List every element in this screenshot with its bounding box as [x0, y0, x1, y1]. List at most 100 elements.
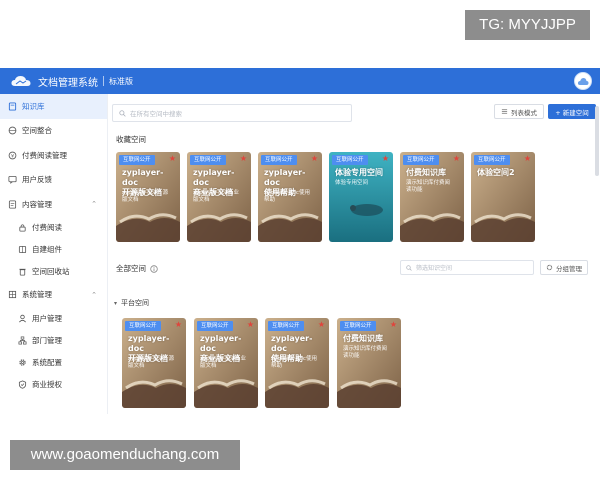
card-description: zyplayer-doc使用 帮助: [264, 190, 310, 203]
sidebar-item-label: 付费阅读管理: [22, 150, 67, 160]
public-tag: 互联网公开: [403, 155, 439, 165]
header-divider: [103, 76, 104, 86]
sidebar-item-label: 系统管理: [22, 290, 52, 300]
favorite-star-icon[interactable]: ★: [390, 321, 397, 329]
feedback-icon: [8, 176, 17, 185]
new-space-button[interactable]: + 新建空间: [548, 104, 596, 119]
public-tag: 互联网公开: [474, 155, 510, 165]
space-card[interactable]: 互联网公开 ★ 体验专用空间 体验专用空间: [329, 152, 393, 242]
user-avatar[interactable]: [574, 72, 592, 90]
filter-spaces-input[interactable]: 筛选知识空间: [400, 260, 534, 275]
app-header: 文档管理系统 标准版: [0, 68, 600, 94]
space-card[interactable]: 互联网公开 ★ zyplayer-doc 开源版文档 zyplayer-doc开源 版…: [116, 152, 180, 242]
sidebar-item-custom-components[interactable]: 自建组件: [0, 239, 107, 261]
favorite-star-icon[interactable]: ★: [453, 155, 460, 163]
favorite-star-icon[interactable]: ★: [240, 155, 247, 163]
shield-icon: [18, 379, 27, 389]
favorite-star-icon[interactable]: ★: [169, 155, 176, 163]
sidebar-item-system-config[interactable]: 系统配置: [0, 351, 107, 373]
card-description: zyplayer-doc开源 版文档: [122, 190, 168, 203]
card-description: zyplayer-doc开源 版文档: [128, 356, 174, 369]
space-card[interactable]: 互联网公开 ★ 付费知识库 演示知识库付费阅 读功能: [337, 318, 401, 408]
sidebar-item-label: 内容管理: [22, 199, 52, 209]
sidebar: 知识库 空间整合 ¥ 付费阅读管理 用户反馈 内容管理 ⌃ 付费阅读 自建组件: [0, 94, 108, 414]
card-description: 体验专用空间: [335, 180, 369, 186]
search-input[interactable]: 在所有空间中搜索: [112, 104, 352, 122]
sidebar-item-label: 系统配置: [32, 357, 62, 367]
card-title: 付费知识库: [406, 168, 446, 177]
sidebar-item-label: 用户管理: [32, 313, 62, 323]
watermark-bottom: www.goaomenduchang.com: [10, 440, 240, 470]
sidebar-group-content-management[interactable]: 内容管理 ⌃: [0, 192, 107, 217]
sidebar-item-department-management[interactable]: 部门管理: [0, 329, 107, 351]
public-tag: 互联网公开: [332, 155, 368, 165]
main-content: 在所有空间中搜索 列表模式 + 新建空间 收藏空间 全部空间 筛选知识空间 分组…: [108, 94, 600, 414]
sidebar-item-space-recycle-bin[interactable]: 空间回收站: [0, 261, 107, 283]
all-spaces-title: 全部空间: [116, 263, 158, 274]
book-cover-image: [400, 152, 464, 242]
favorite-star-icon[interactable]: ★: [382, 155, 389, 163]
space-card[interactable]: 互联网公开 ★ zyplayer-doc 开源版文档 zyplayer-doc开源 版…: [122, 318, 186, 408]
sidebar-item-label: 空间整合: [22, 126, 52, 136]
sidebar-item-space-integration[interactable]: 空间整合: [0, 119, 107, 144]
space-card[interactable]: 互联网公开 ★ zyplayer-doc 商业版文档 zyplayer-doc商业 版…: [187, 152, 251, 242]
space-card[interactable]: 互联网公开 ★ zyplayer-doc 商业版文档 zyplayer-doc商业 版…: [194, 318, 258, 408]
search-placeholder: 在所有空间中搜索: [130, 110, 182, 118]
book-icon: [8, 102, 17, 111]
group-manage-button[interactable]: 分组管理: [540, 260, 588, 275]
sidebar-group-system-management[interactable]: 系统管理 ⌃: [0, 283, 107, 308]
grid-icon: [8, 291, 17, 299]
favorite-star-icon[interactable]: ★: [175, 321, 182, 329]
search-icon: [406, 264, 412, 271]
public-tag: 互联网公开: [197, 321, 233, 331]
card-description: zyplayer-doc商业 版文档: [200, 356, 246, 369]
card-description: 演示知识库付费阅 读功能: [406, 180, 451, 193]
user-icon: [19, 314, 26, 322]
card-description: zyplayer-doc使用 帮助: [271, 356, 317, 369]
space-card[interactable]: 互联网公开 ★ zyplayer-doc 使用帮助 zyplayer-doc使用 帮助: [265, 318, 329, 408]
filter-placeholder: 筛选知识空间: [416, 265, 453, 272]
sidebar-item-user-feedback[interactable]: 用户反馈: [0, 168, 107, 193]
chevron-up-icon: ⌃: [91, 200, 97, 208]
underwater-image: [329, 152, 393, 242]
public-tag: 互联网公开: [268, 321, 304, 331]
sidebar-item-label: 付费阅读: [32, 223, 62, 232]
cloud-logo-icon: [11, 76, 31, 86]
content-icon: [8, 200, 17, 209]
sidebar-item-commercial-license[interactable]: 商业授权: [0, 373, 107, 395]
gear-icon: [19, 358, 26, 366]
app-root: TG: MYYJJPP 文档管理系统 标准版 知识库 空间整合 ¥ 付费阅读管理: [0, 0, 600, 480]
card-description: zyplayer-doc商业 版文档: [193, 190, 239, 203]
platform-group-header[interactable]: ▾ 平台空间: [114, 298, 149, 308]
space-card[interactable]: 互联网公开 ★ 体验空间2: [471, 152, 535, 242]
sidebar-item-knowledge-base[interactable]: 知识库: [0, 94, 107, 119]
favorite-star-icon[interactable]: ★: [311, 155, 318, 163]
sidebar-item-paid-reading-management[interactable]: ¥ 付费阅读管理: [0, 143, 107, 168]
sidebar-item-paid-reading[interactable]: 付费阅读: [0, 217, 107, 239]
search-icon: [119, 109, 126, 117]
space-card[interactable]: 互联网公开 ★ zyplayer-doc 使用帮助 zyplayer-doc使用 帮助: [258, 152, 322, 242]
favorite-star-icon[interactable]: ★: [247, 321, 254, 329]
favorite-star-icon[interactable]: ★: [524, 155, 531, 163]
scrollbar[interactable]: [595, 106, 599, 176]
lock-icon: [19, 224, 26, 232]
space-card[interactable]: 互联网公开 ★ 付费知识库演示知识库付费阅 读功能: [400, 152, 464, 242]
card-title: 付费知识库: [343, 334, 383, 343]
svg-text:¥: ¥: [11, 153, 14, 159]
public-tag: 互联网公开: [261, 155, 297, 165]
list-mode-button[interactable]: 列表模式: [494, 104, 544, 119]
avatar-cloud-icon: [577, 77, 589, 85]
all-spaces-label: 全部空间: [116, 264, 146, 273]
public-tag: 互联网公开: [119, 155, 155, 165]
list-mode-label: 列表模式: [511, 108, 537, 117]
sidebar-item-user-management[interactable]: 用户管理: [0, 307, 107, 329]
sidebar-item-label: 用户反馈: [22, 175, 52, 185]
public-tag: 互联网公开: [125, 321, 161, 331]
info-icon[interactable]: [150, 264, 158, 273]
coin-icon: ¥: [8, 151, 17, 160]
sidebar-item-label: 自建组件: [32, 245, 62, 254]
sidebar-item-label: 知识库: [22, 101, 45, 111]
group-name: 平台空间: [121, 299, 150, 307]
card-title: 体验空间2: [477, 168, 515, 177]
favorite-star-icon[interactable]: ★: [318, 321, 325, 329]
